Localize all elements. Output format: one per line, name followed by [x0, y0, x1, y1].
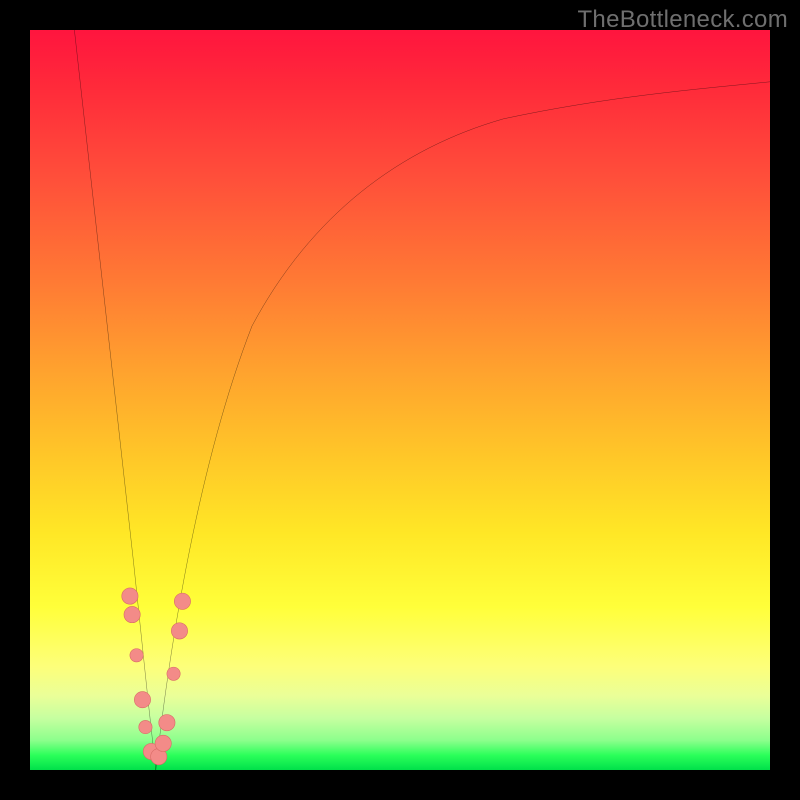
- marker-cluster: [122, 588, 191, 765]
- right-branch-curve: [156, 82, 770, 770]
- marker-dot: [167, 667, 180, 680]
- marker-dot: [124, 606, 140, 622]
- marker-dot: [139, 720, 152, 733]
- marker-dot: [122, 588, 138, 604]
- marker-dot: [159, 715, 175, 731]
- marker-dot: [130, 649, 143, 662]
- marker-dot: [171, 623, 187, 639]
- marker-dot: [155, 735, 171, 751]
- marker-dot: [134, 692, 150, 708]
- plot-area: [30, 30, 770, 770]
- chart-stage: TheBottleneck.com: [0, 0, 800, 800]
- left-branch-curve: [74, 30, 155, 770]
- marker-dot: [174, 593, 190, 609]
- curve-layer: [30, 30, 770, 770]
